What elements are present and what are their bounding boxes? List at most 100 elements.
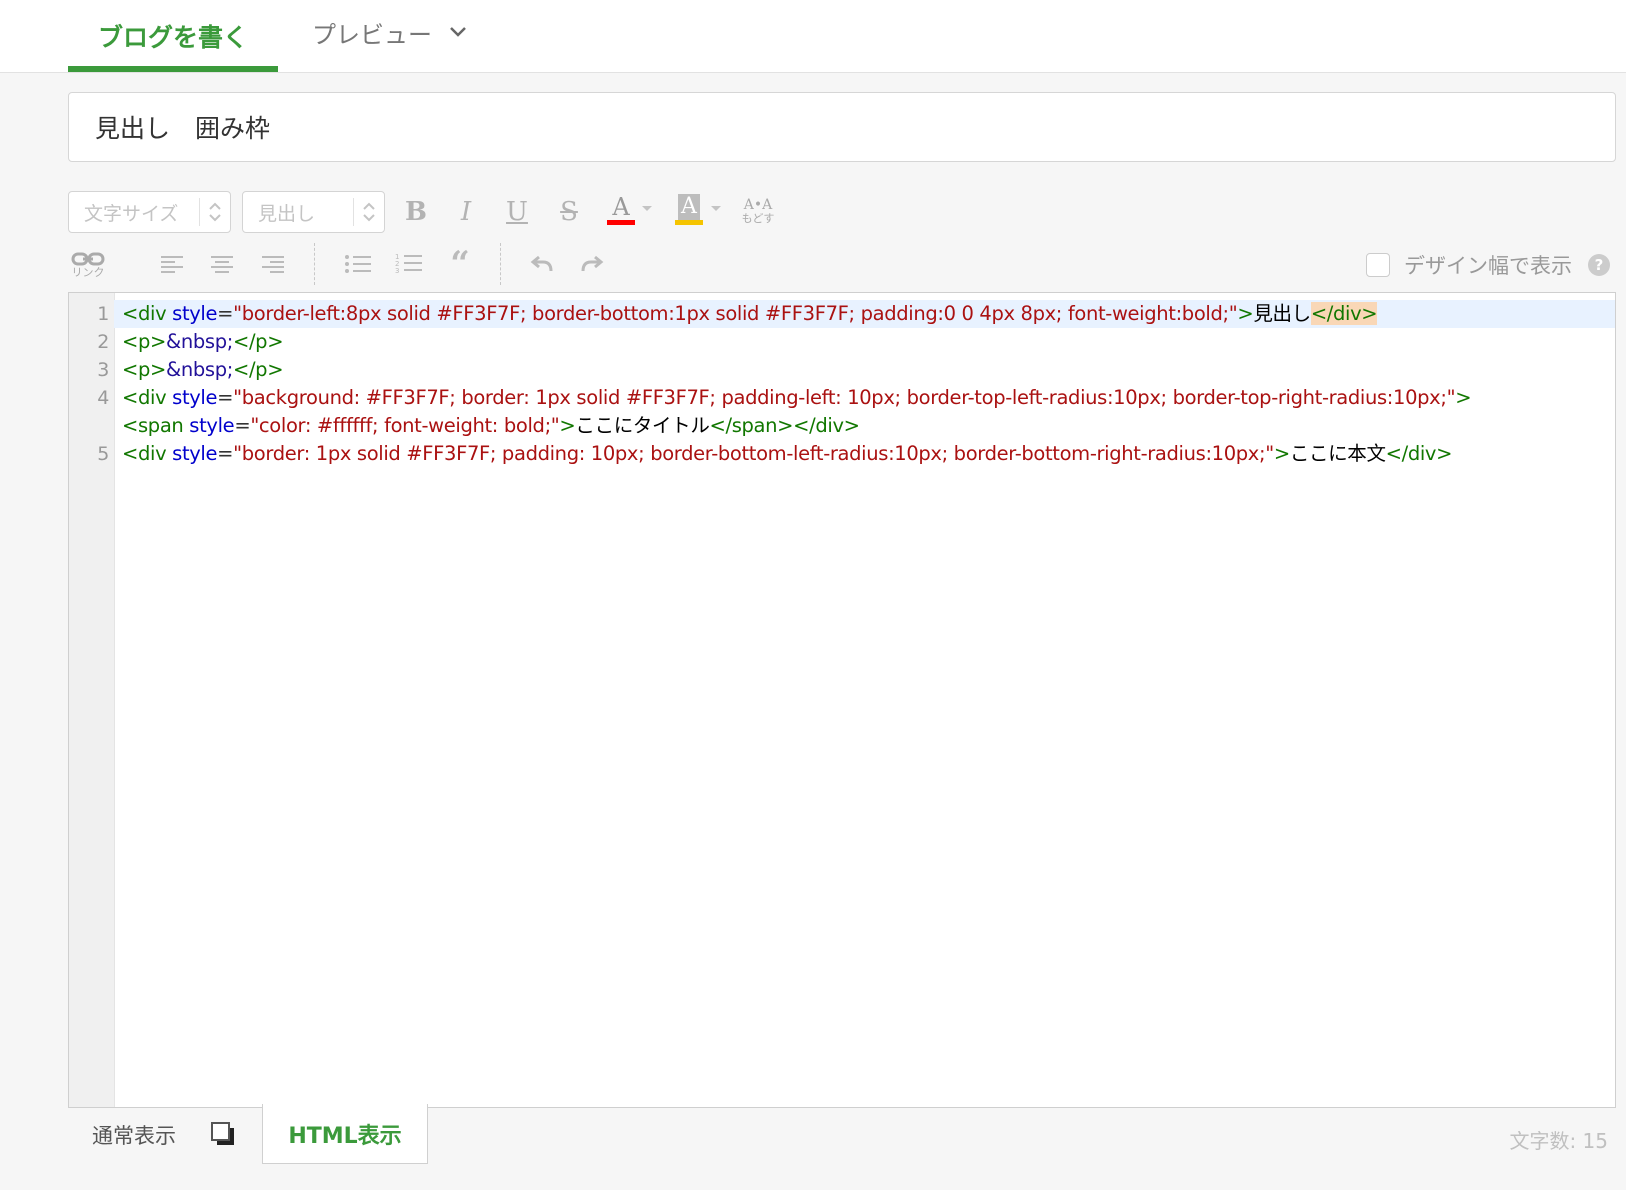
blockquote-button[interactable]: “	[443, 244, 477, 284]
tab-preview-label: プレビュー	[312, 20, 432, 49]
underline-icon: U	[506, 197, 528, 227]
code-text: ここに本文	[1289, 442, 1386, 465]
quote-icon: “	[450, 244, 470, 284]
code-eq: =	[217, 442, 234, 465]
code-tag: <div	[122, 302, 167, 325]
code-tag: >	[1455, 386, 1472, 409]
code-tag: <span	[122, 414, 184, 437]
top-tab-bar: ブログを書く プレビュー	[0, 0, 1626, 73]
code-entity: &nbsp;	[166, 358, 233, 381]
line-number: 1	[97, 303, 109, 325]
code-line[interactable]: 5 <div style="border: 1px solid #FF3F7F;…	[97, 440, 1615, 468]
code-tag: </p>	[232, 330, 284, 353]
numbered-list-button[interactable]: 123	[392, 247, 426, 281]
heading-select[interactable]: 見出し	[242, 191, 385, 233]
line-number-gutter	[69, 293, 115, 1107]
redo-button[interactable]	[576, 247, 608, 281]
strikethrough-button[interactable]: S	[552, 191, 586, 233]
font-color-button[interactable]: A	[604, 190, 638, 228]
undo-button[interactable]	[526, 247, 558, 281]
font-size-select[interactable]: 文字サイズ	[68, 191, 231, 233]
code-string: "color: #ffffff; font-weight: bold;"	[250, 414, 560, 437]
code-tag: <div	[122, 442, 167, 465]
svg-text:3: 3	[395, 267, 399, 275]
code-tag: </div>	[1385, 442, 1453, 465]
heading-select-label: 見出し	[258, 202, 316, 225]
code-line-wrapped[interactable]: <span style="color: #ffffff; font-weight…	[114, 412, 1615, 440]
title-input-value: 見出し 囲み枠	[95, 114, 271, 143]
undo-icon	[530, 255, 553, 272]
background-color-button[interactable]: A	[672, 190, 706, 228]
underline-button[interactable]: U	[500, 191, 534, 233]
code-text: ここにタイトル	[575, 414, 710, 437]
line-number: 4	[97, 387, 109, 409]
code-entity: &nbsp;	[166, 330, 233, 353]
view-toggle-icon[interactable]	[210, 1121, 236, 1147]
redo-icon	[581, 255, 604, 272]
toolbar-divider	[500, 243, 501, 285]
tab-html-view-label: HTML表示	[288, 1123, 402, 1149]
character-count: 文字数: 15	[1509, 1129, 1608, 1153]
code-line[interactable]: 3 <p>&nbsp;</p>	[97, 356, 1615, 384]
code-line[interactable]: 1 <div style="border-left:8px solid #FF3…	[97, 300, 1615, 328]
strikethrough-icon: S	[560, 197, 578, 227]
reset-format-label: もどす	[741, 212, 775, 225]
bullet-list-icon	[345, 255, 371, 273]
tab-preview[interactable]: プレビュー	[312, 0, 468, 64]
link-button[interactable]: リンク	[68, 245, 108, 285]
code-line[interactable]: 4 <div style="background: #FF3F7F; borde…	[97, 384, 1615, 412]
align-left-button[interactable]	[155, 247, 189, 281]
toolbar-divider	[314, 243, 315, 285]
code-attr: style	[189, 414, 235, 437]
caret-down-icon[interactable]	[710, 205, 722, 213]
code-tag: <p>	[122, 330, 167, 353]
reset-format-button[interactable]: A•A もどす	[738, 191, 778, 233]
help-icon[interactable]: ?	[1588, 254, 1610, 276]
code-string: "border: 1px solid #FF3F7F; padding: 10p…	[233, 442, 1274, 465]
code-tag: >	[1237, 302, 1254, 325]
code-string: "background: #FF3F7F; border: 1px solid …	[233, 386, 1456, 409]
background-color-icon: A	[678, 193, 700, 220]
title-input[interactable]: 見出し 囲み枠	[68, 92, 1616, 162]
bold-button[interactable]: B	[400, 191, 432, 233]
code-tag: >	[559, 414, 576, 437]
code-eq: =	[217, 302, 234, 325]
code-tag: </span>	[709, 414, 794, 437]
active-tab-indicator	[68, 66, 278, 72]
align-right-button[interactable]	[256, 247, 290, 281]
code-attr: style	[172, 442, 218, 465]
select-arrows-icon	[353, 198, 384, 226]
code-eq: =	[217, 386, 234, 409]
code-attr: style	[172, 302, 218, 325]
italic-icon: I	[460, 197, 472, 227]
link-label: リンク	[71, 266, 105, 279]
align-center-icon	[211, 256, 233, 273]
bullet-list-button[interactable]	[341, 247, 375, 281]
chevron-down-icon	[450, 27, 466, 37]
tab-html-view[interactable]: HTML表示	[262, 1104, 428, 1164]
link-icon	[71, 252, 105, 266]
code-tag: >	[1273, 442, 1290, 465]
align-left-icon	[161, 256, 183, 273]
tab-normal-view[interactable]: 通常表示	[92, 1120, 176, 1150]
code-tag: </p>	[232, 358, 284, 381]
design-width-label: デザイン幅で表示	[1404, 254, 1572, 278]
select-arrows-icon	[199, 198, 230, 226]
line-number: 5	[97, 443, 109, 465]
line-number: 3	[97, 359, 109, 381]
align-center-button[interactable]	[205, 247, 239, 281]
tab-write-blog[interactable]: ブログを書く	[68, 0, 278, 72]
italic-button[interactable]: I	[450, 191, 482, 233]
code-string: "border-left:8px solid #FF3F7F; border-b…	[233, 302, 1238, 325]
code-area[interactable]: 1 <div style="border-left:8px solid #FF3…	[97, 293, 1615, 1107]
line-number: 2	[97, 331, 109, 353]
align-right-icon	[262, 256, 284, 273]
code-line[interactable]: 2 <p>&nbsp;</p>	[97, 328, 1615, 356]
code-eq: =	[234, 414, 251, 437]
code-tag: </div>	[793, 414, 860, 437]
code-tag-matched: </div>	[1310, 302, 1378, 325]
caret-down-icon[interactable]	[641, 205, 653, 213]
html-code-editor[interactable]: 1 <div style="border-left:8px solid #FF3…	[68, 292, 1616, 1108]
font-size-select-label: 文字サイズ	[84, 202, 179, 225]
design-width-checkbox[interactable]	[1366, 253, 1390, 277]
